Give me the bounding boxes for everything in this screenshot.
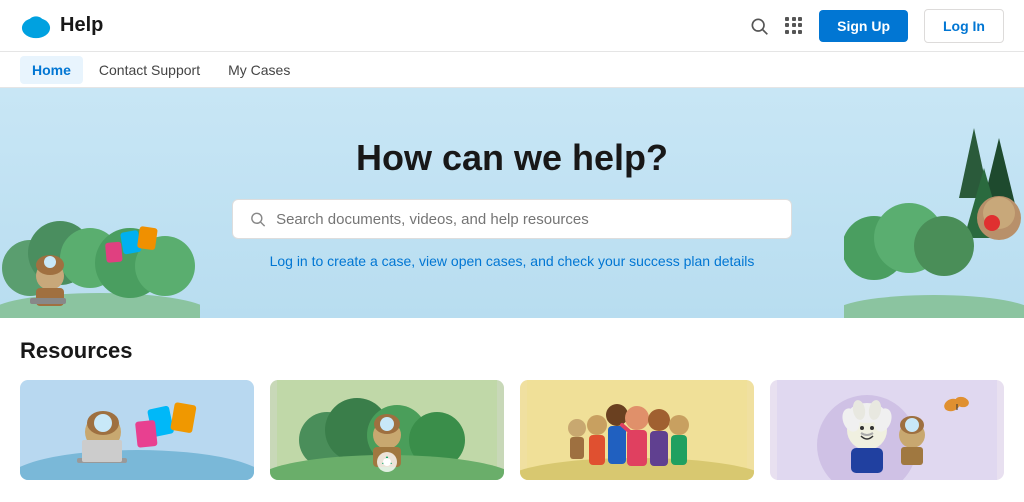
hero-title: How can we help? xyxy=(356,137,668,179)
hero-section: How can we help? Log in to create a case… xyxy=(0,88,1024,318)
search-icon xyxy=(749,16,769,36)
card-illustration-3 xyxy=(520,380,754,480)
hero-decoration-right xyxy=(844,118,1024,318)
signup-button[interactable]: Sign Up xyxy=(819,10,908,42)
header: Help Sign Up Log In xyxy=(0,0,1024,52)
search-icon xyxy=(249,210,266,228)
card-illustration-4 xyxy=(770,380,1004,480)
resource-card-2[interactable] xyxy=(270,380,504,480)
resources-title: Resources xyxy=(20,338,1004,364)
apps-button[interactable] xyxy=(785,17,803,35)
resource-card-4[interactable] xyxy=(770,380,1004,480)
salesforce-logo xyxy=(20,10,52,42)
hero-login-link[interactable]: Log in to create a case, view open cases… xyxy=(270,253,755,269)
nav-item-contact-support[interactable]: Contact Support xyxy=(87,56,212,84)
nav: Home Contact Support My Cases xyxy=(0,52,1024,88)
header-right: Sign Up Log In xyxy=(749,9,1004,43)
search-button[interactable] xyxy=(749,16,769,36)
resources-section: Resources xyxy=(0,318,1024,490)
header-title: Help xyxy=(60,14,103,37)
login-button[interactable]: Log In xyxy=(924,9,1004,43)
hero-decoration-left xyxy=(0,158,200,318)
card-illustration-1 xyxy=(20,380,254,480)
card-illustration-2 xyxy=(270,380,504,480)
nav-item-my-cases[interactable]: My Cases xyxy=(216,56,302,84)
resources-grid xyxy=(20,380,1004,480)
grid-icon xyxy=(785,17,803,35)
resource-card-3[interactable] xyxy=(520,380,754,480)
search-bar[interactable] xyxy=(232,199,792,239)
resource-card-1[interactable] xyxy=(20,380,254,480)
nav-item-home[interactable]: Home xyxy=(20,56,83,84)
header-left: Help xyxy=(20,10,103,42)
search-input[interactable] xyxy=(276,211,775,228)
